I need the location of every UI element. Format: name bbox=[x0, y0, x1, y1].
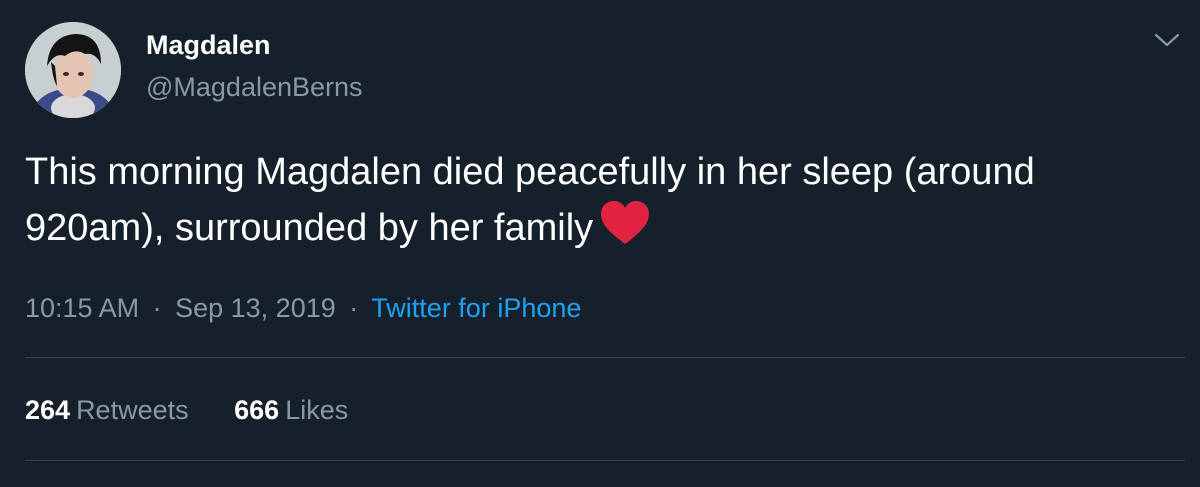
tweet-time[interactable]: 10:15 AM bbox=[25, 293, 139, 323]
likes-count: 666 bbox=[234, 395, 280, 425]
retweets-label: Retweets bbox=[76, 395, 189, 425]
retweets-count: 264 bbox=[25, 395, 71, 425]
meta-separator: · bbox=[349, 293, 359, 323]
author-handle[interactable]: @MagdalenBerns bbox=[146, 70, 363, 104]
tweet-card: Magdalen @MagdalenBerns This morning Mag… bbox=[0, 0, 1200, 487]
tweet-date[interactable]: Sep 13, 2019 bbox=[175, 293, 336, 323]
tweet-source-link[interactable]: Twitter for iPhone bbox=[371, 293, 581, 323]
divider bbox=[25, 460, 1185, 461]
avatar-image bbox=[25, 22, 121, 118]
retweets-stat[interactable]: 264 Retweets bbox=[25, 390, 189, 430]
tweet-text-content: This morning Magdalen died peacefully in… bbox=[25, 151, 1035, 249]
author-display-name[interactable]: Magdalen bbox=[146, 28, 271, 62]
chevron-down-icon[interactable] bbox=[1152, 28, 1182, 52]
likes-stat[interactable]: 666 Likes bbox=[234, 390, 348, 430]
red-heart-icon bbox=[599, 200, 651, 262]
tweet-meta: 10:15 AM · Sep 13, 2019 · Twitter for iP… bbox=[25, 288, 581, 328]
tweet-text: This morning Magdalen died peacefully in… bbox=[25, 144, 1175, 262]
likes-label: Likes bbox=[285, 395, 349, 425]
divider bbox=[25, 357, 1185, 358]
meta-separator: · bbox=[152, 293, 162, 323]
avatar[interactable] bbox=[25, 22, 121, 118]
tweet-stats: 264 Retweets 666 Likes bbox=[25, 390, 386, 430]
